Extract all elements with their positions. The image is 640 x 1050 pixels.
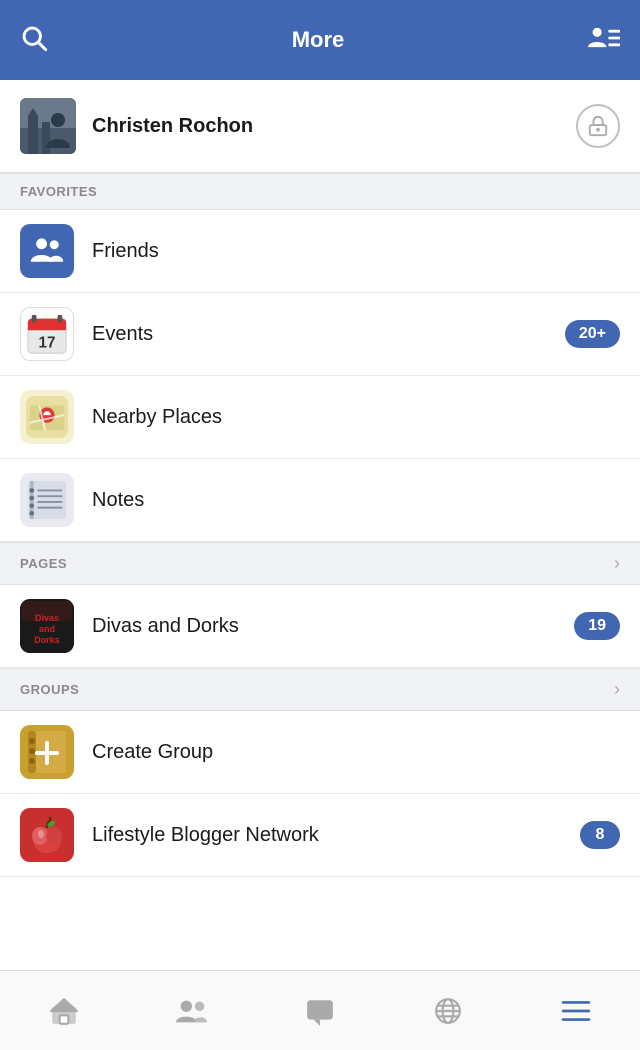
groups-chevron-icon: › bbox=[614, 679, 620, 700]
events-label: Events bbox=[92, 323, 153, 346]
create-group-icon bbox=[20, 725, 74, 779]
list-item-events[interactable]: 17 Events 20+ bbox=[0, 293, 640, 376]
friends-icon bbox=[20, 224, 74, 278]
section-header-pages[interactable]: PAGES › bbox=[0, 542, 640, 585]
divas-dorks-badge: 19 bbox=[574, 612, 620, 640]
list-item-lifestyle-blogger[interactable]: Lifestyle Blogger Network 8 bbox=[0, 794, 640, 877]
page-title: More bbox=[292, 27, 345, 53]
svg-text:and: and bbox=[39, 624, 55, 634]
section-label-pages: PAGES bbox=[20, 556, 67, 571]
tab-home[interactable] bbox=[14, 981, 114, 1041]
nearby-icon bbox=[20, 390, 74, 444]
events-icon: 17 bbox=[20, 307, 74, 361]
profile-settings-button[interactable] bbox=[576, 104, 620, 148]
section-header-groups[interactable]: GROUPS › bbox=[0, 668, 640, 711]
avatar bbox=[20, 98, 76, 154]
tab-menu[interactable] bbox=[526, 981, 626, 1041]
list-item-friends-left: Friends bbox=[20, 224, 159, 278]
notes-label: Notes bbox=[92, 489, 144, 512]
list-item-divas-left: Divas and Dorks Divas and Dorks bbox=[20, 599, 239, 653]
divas-dorks-label: Divas and Dorks bbox=[92, 615, 239, 638]
list-item-friends[interactable]: Friends bbox=[0, 210, 640, 293]
list-item-nearby-left: Nearby Places bbox=[20, 390, 222, 444]
list-item-divas-and-dorks[interactable]: Divas and Dorks Divas and Dorks 19 bbox=[0, 585, 640, 668]
create-group-label: Create Group bbox=[92, 741, 213, 764]
search-icon[interactable] bbox=[20, 24, 48, 57]
user-list-icon[interactable] bbox=[588, 22, 620, 59]
section-label-favorites: FAVORITES bbox=[20, 184, 97, 199]
tab-bar bbox=[0, 970, 640, 1050]
section-groups: GROUPS › Create Group bbox=[0, 668, 640, 877]
profile-row[interactable]: Christen Rochon bbox=[0, 80, 640, 173]
pages-chevron-icon: › bbox=[614, 553, 620, 574]
nearby-label: Nearby Places bbox=[92, 406, 222, 429]
list-item-events-left: 17 Events bbox=[20, 307, 153, 361]
profile-name: Christen Rochon bbox=[92, 115, 253, 138]
tab-globe[interactable] bbox=[398, 981, 498, 1041]
list-item-create-group[interactable]: Create Group bbox=[0, 711, 640, 794]
list-item-nearby[interactable]: Nearby Places bbox=[0, 376, 640, 459]
section-pages: PAGES › Divas and Dorks Divas and Dorks … bbox=[0, 542, 640, 668]
list-item-notes[interactable]: Notes bbox=[0, 459, 640, 542]
svg-text:Dorks: Dorks bbox=[34, 635, 60, 645]
divas-dorks-icon: Divas and Dorks bbox=[20, 599, 74, 653]
section-favorites: FAVORITES Friends bbox=[0, 173, 640, 542]
list-item-notes-left: Notes bbox=[20, 473, 144, 527]
tab-messages[interactable] bbox=[270, 981, 370, 1041]
section-label-groups: GROUPS bbox=[20, 682, 79, 697]
lifestyle-blogger-badge: 8 bbox=[580, 821, 620, 849]
list-item-create-group-left: Create Group bbox=[20, 725, 213, 779]
friends-label: Friends bbox=[92, 240, 159, 263]
app-header: More bbox=[0, 0, 640, 80]
profile-left: Christen Rochon bbox=[20, 98, 253, 154]
list-item-lifestyle-left: Lifestyle Blogger Network bbox=[20, 808, 319, 862]
svg-text:17: 17 bbox=[39, 334, 56, 351]
section-header-favorites: FAVORITES bbox=[0, 173, 640, 210]
lifestyle-blogger-icon bbox=[20, 808, 74, 862]
tab-friends[interactable] bbox=[142, 981, 242, 1041]
events-badge: 20+ bbox=[565, 320, 620, 348]
lifestyle-blogger-label: Lifestyle Blogger Network bbox=[92, 824, 319, 847]
notes-icon bbox=[20, 473, 74, 527]
